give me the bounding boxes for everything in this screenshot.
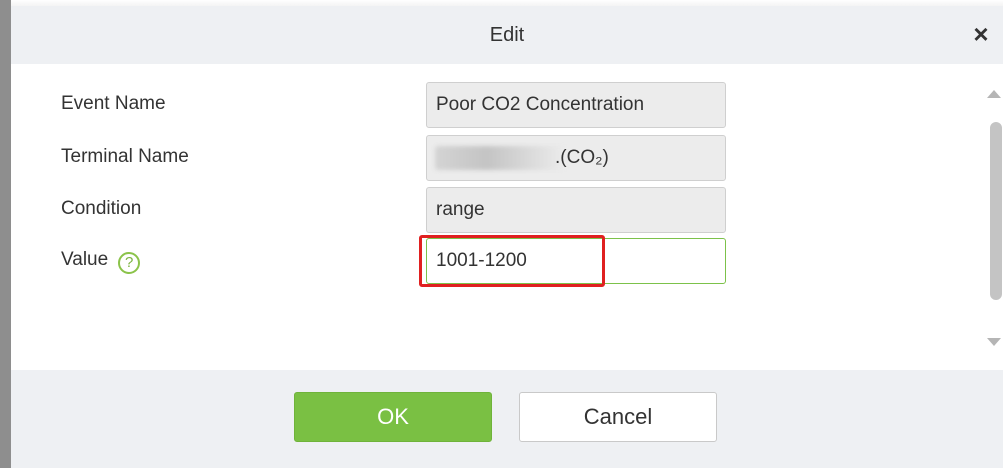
- arrow-up-icon[interactable]: [987, 90, 1001, 98]
- scrollbar-thumb[interactable]: [990, 122, 1002, 300]
- dialog-header: Edit ×: [11, 6, 1003, 64]
- scrollbar[interactable]: [983, 80, 1003, 370]
- edit-dialog: Edit × Event Name Poor CO2 Concentration…: [0, 0, 1003, 468]
- condition-field[interactable]: range: [426, 187, 726, 233]
- condition-label: Condition: [61, 198, 142, 219]
- terminal-name-row: Terminal Name .(CO₂): [11, 135, 971, 183]
- terminal-name-label: Terminal Name: [61, 146, 189, 167]
- arrow-down-icon[interactable]: [987, 338, 1001, 346]
- dialog-title: Edit: [489, 24, 525, 46]
- dialog-footer: OK Cancel: [11, 370, 1003, 468]
- window-left-edge: [0, 0, 11, 468]
- close-icon[interactable]: ×: [967, 18, 995, 50]
- condition-row: Condition range: [11, 187, 971, 235]
- value-label: Value: [61, 249, 109, 270]
- event-name-row: Event Name Poor CO2 Concentration: [11, 82, 971, 130]
- redacted-text: [435, 146, 565, 170]
- event-name-field[interactable]: Poor CO2 Concentration: [426, 82, 726, 128]
- terminal-name-value: .(CO₂): [555, 147, 609, 168]
- terminal-name-field[interactable]: .(CO₂): [426, 135, 726, 181]
- cancel-button[interactable]: Cancel: [519, 392, 717, 442]
- dialog-body: Event Name Poor CO2 Concentration Termin…: [11, 64, 1003, 370]
- question-circle-icon[interactable]: ?: [118, 252, 141, 274]
- highlight-annotation: [419, 235, 605, 287]
- event-name-label: Event Name: [61, 93, 166, 114]
- ok-button[interactable]: OK: [294, 392, 492, 442]
- value-label-group: Value?: [61, 249, 141, 274]
